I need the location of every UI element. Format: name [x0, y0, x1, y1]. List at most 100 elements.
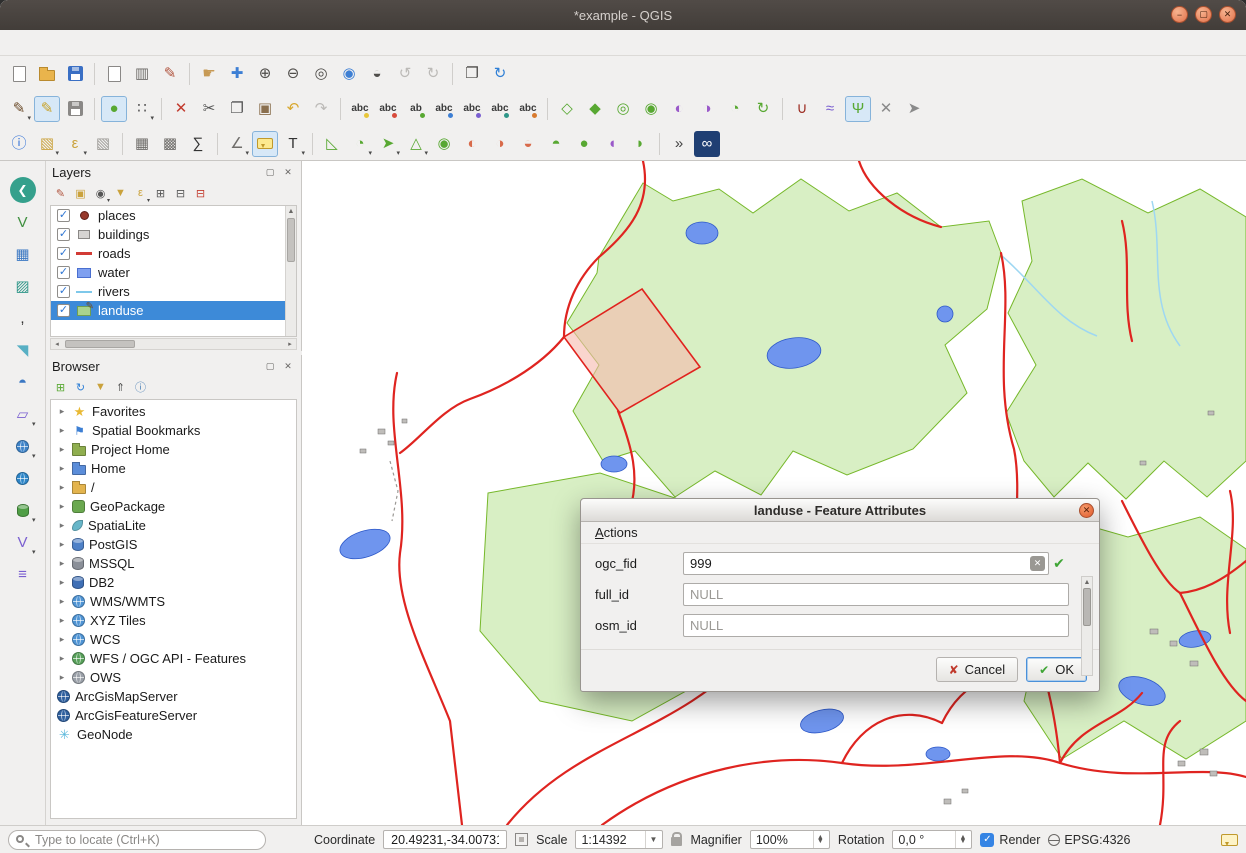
- add-part-button[interactable]: ◉ ▾: [638, 96, 664, 122]
- highlight-labels-button[interactable]: abc ▾: [431, 96, 457, 122]
- layer-row-water[interactable]: ✓ water: [51, 263, 296, 282]
- browser-item-arcgis-mapserver[interactable]: ▸ ArcGisMapServer: [51, 687, 296, 706]
- field-input[interactable]: [683, 583, 1069, 606]
- save-project-button[interactable]: ▾: [62, 61, 88, 87]
- browser-item-project-home[interactable]: ▸ Project Home: [51, 440, 296, 459]
- expander-icon[interactable]: ▸: [57, 425, 67, 436]
- dropdown-arrow-icon[interactable]: ▾: [83, 149, 87, 157]
- ok-button[interactable]: ✔ OK: [1026, 657, 1087, 682]
- statistics-button[interactable]: ∑ ▾: [185, 131, 211, 157]
- field-input[interactable]: [683, 614, 1069, 637]
- title-bar[interactable]: *example - QGIS − ▢ ✕: [0, 0, 1246, 30]
- copy-features-button[interactable]: ❐ ▾: [224, 96, 250, 122]
- new-layer-button[interactable]: ≡ ▾: [9, 561, 37, 587]
- browser-item-xyz-tiles[interactable]: ▸ XYZ Tiles: [51, 611, 296, 630]
- menu-item[interactable]: [188, 40, 206, 46]
- browser-item-ows[interactable]: ▸ OWS: [51, 668, 296, 687]
- layer-labeling-button[interactable]: abc ▾: [347, 96, 373, 122]
- scroll-left-icon[interactable]: ◂: [51, 340, 63, 348]
- messages-icon[interactable]: [1221, 834, 1238, 846]
- scrollbar-thumb[interactable]: [1083, 588, 1091, 626]
- dropdown-arrow-icon[interactable]: ▾: [55, 149, 59, 157]
- layer-checkbox[interactable]: ✓: [57, 247, 70, 260]
- vertex-tool-button[interactable]: ∷ ▾: [129, 96, 155, 122]
- menu-item[interactable]: [8, 40, 26, 46]
- expander-icon[interactable]: ▸: [57, 672, 67, 683]
- dialog-scrollbar[interactable]: ▲: [1081, 576, 1093, 676]
- layer-checkbox[interactable]: ✓: [57, 209, 70, 222]
- add-postgis-layer-button[interactable]: ◓ ▾: [9, 369, 37, 395]
- pan-map-button[interactable]: ☛ ▾: [196, 61, 222, 87]
- browser-item-postgis[interactable]: ▸ PostGIS: [51, 535, 296, 554]
- pan-to-selection-button[interactable]: ✚ ▾: [224, 61, 250, 87]
- clear-value-icon[interactable]: ✕: [1030, 556, 1045, 571]
- browser-item-arcgis-featureserver[interactable]: ▸ ArcGisFeatureServer: [51, 706, 296, 725]
- layers-vertical-scrollbar[interactable]: ▲: [285, 206, 296, 336]
- close-panel-icon[interactable]: ✕: [281, 359, 295, 373]
- snapping-button[interactable]: ∪ ▾: [789, 96, 815, 122]
- browser-item-geopackage[interactable]: ▸ GeoPackage: [51, 497, 296, 516]
- manage-map-themes-button[interactable]: ◉ ▾: [92, 185, 109, 202]
- coordinate-input[interactable]: [389, 832, 501, 848]
- dropdown-arrow-icon[interactable]: ▾: [27, 114, 31, 122]
- intersect-feature-button[interactable]: ◐ ▾: [459, 131, 485, 157]
- rotate-label-button[interactable]: abc ▾: [487, 96, 513, 122]
- add-wfs-layer-button[interactable]: ▾: [9, 497, 37, 523]
- delete-selected-button[interactable]: ✕ ▾: [168, 96, 194, 122]
- browser-item-home[interactable]: ▸ Home: [51, 459, 296, 478]
- toolbar-overflow-button[interactable]: » ▾: [666, 131, 692, 157]
- add-mesh-layer-button[interactable]: ▨ ▾: [9, 273, 37, 299]
- menu-item[interactable]: [206, 40, 224, 46]
- layer-row-roads[interactable]: ✓ roads: [51, 244, 296, 263]
- scale-combobox[interactable]: 1:14392 ▼: [575, 830, 663, 849]
- open-layer-styling-button[interactable]: ✎ ▾: [52, 185, 69, 202]
- scrollbar-thumb[interactable]: [287, 218, 295, 262]
- coordinate-box[interactable]: [383, 830, 507, 849]
- scrollbar-thumb[interactable]: [65, 340, 135, 348]
- scroll-up-icon[interactable]: ▲: [286, 206, 296, 216]
- menu-item[interactable]: [134, 40, 152, 46]
- select-features-button[interactable]: ▧ ▾: [34, 131, 60, 157]
- remove-layer-button[interactable]: ⊟ ▾: [192, 185, 209, 202]
- menu-item[interactable]: [44, 40, 62, 46]
- locate-search[interactable]: [8, 830, 266, 850]
- menu-item[interactable]: [62, 40, 80, 46]
- text-annotation-button[interactable]: T ▾: [280, 131, 306, 157]
- expander-icon[interactable]: ▸: [57, 596, 67, 607]
- browser-item-geonode[interactable]: ▸ GeoNode: [51, 725, 296, 744]
- expander-icon[interactable]: ▸: [57, 482, 67, 493]
- actions-menu[interactable]: Actions: [589, 523, 644, 542]
- layout-manager-button[interactable]: ▥ ▾: [129, 61, 155, 87]
- menu-item[interactable]: [170, 40, 188, 46]
- add-delimited-text-button[interactable]: , ▾: [9, 305, 37, 331]
- zoom-out-button[interactable]: ⊖ ▾: [280, 61, 306, 87]
- select-pointer-button[interactable]: ➤ ▾: [901, 96, 927, 122]
- expander-icon[interactable]: ▸: [57, 501, 67, 512]
- minimize-button[interactable]: −: [1171, 6, 1188, 23]
- rotation-spinbox[interactable]: 0,0 ° ▲▼: [892, 830, 972, 849]
- render-checkbox[interactable]: ✓ Render: [980, 833, 1040, 847]
- dropdown-arrow-icon[interactable]: ▾: [147, 197, 150, 204]
- dropdown-arrow-icon[interactable]: ▾: [424, 149, 428, 157]
- browser-item-wms-wmts[interactable]: ▸ WMS/WMTS: [51, 592, 296, 611]
- stream-digitizing-button[interactable]: ≈ ▾: [817, 96, 843, 122]
- add-vector-layer-button[interactable]: V ▾: [9, 209, 37, 235]
- expander-icon[interactable]: ▸: [57, 558, 67, 569]
- browser-item-spatialite[interactable]: ▸ SpatiaLite: [51, 516, 296, 535]
- new-map-view-button[interactable]: ❐ ▾: [459, 61, 485, 87]
- layer-checkbox[interactable]: ✓: [57, 304, 70, 317]
- save-layer-edits-button[interactable]: ▾: [62, 96, 88, 122]
- zoom-to-layer-button[interactable]: ◒ ▾: [364, 61, 390, 87]
- browser-item-favorites[interactable]: ▸ Favorites: [51, 402, 296, 421]
- dialog-title-bar[interactable]: landuse - Feature Attributes ✕: [581, 499, 1099, 522]
- close-button[interactable]: ✕: [1219, 6, 1236, 23]
- open-project-button[interactable]: ▾: [34, 61, 60, 87]
- layer-checkbox[interactable]: ✓: [57, 266, 70, 279]
- add-selected-layers-button[interactable]: ⊞ ▾: [52, 379, 69, 396]
- map-tips-button[interactable]: ▾: [252, 131, 278, 157]
- digitize-shape-button[interactable]: ◔ ▾: [347, 131, 373, 157]
- dropdown-arrow-icon[interactable]: ▾: [150, 114, 154, 122]
- split-features-button[interactable]: ◆ ▾: [582, 96, 608, 122]
- add-ring-button[interactable]: ◎ ▾: [610, 96, 636, 122]
- copy-move-feature-button[interactable]: △ ▾: [403, 131, 429, 157]
